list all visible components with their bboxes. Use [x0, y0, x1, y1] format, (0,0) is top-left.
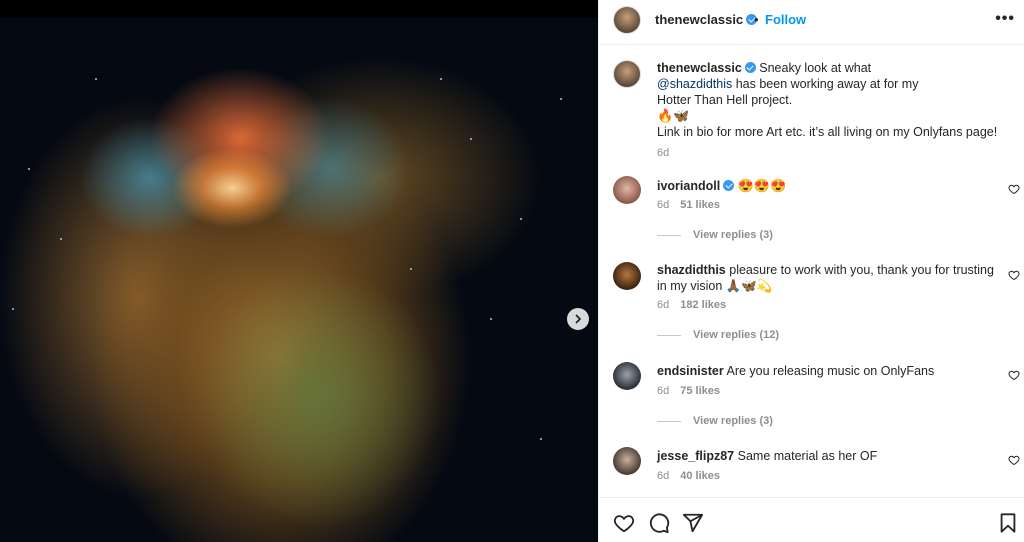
verified-badge-icon [723, 180, 735, 191]
comment-timestamp[interactable]: 6d [657, 299, 669, 311]
comment-username[interactable]: ivoriandoll [657, 179, 720, 193]
post-header: thenewclassic • Follow ••• [599, 0, 1024, 44]
view-replies-button[interactable]: View replies (3) [657, 229, 773, 241]
comment-heart-icon[interactable] [1008, 183, 1020, 195]
replies-line [657, 234, 681, 236]
caption-line-4: Link in bio for more Art etc. it’s all l… [657, 125, 998, 139]
star-dot [440, 78, 442, 80]
header-divider [599, 44, 1024, 45]
comment-timestamp[interactable]: 6d [657, 385, 669, 397]
comment-timestamp[interactable]: 6d [657, 470, 669, 482]
post-author-username[interactable]: thenewclassic [655, 12, 758, 27]
comment-username[interactable]: endsinister [657, 364, 724, 378]
comment-body: shazdidthis pleasure to work with you, t… [657, 262, 997, 294]
star-dot [12, 308, 14, 310]
heart-icon[interactable] [613, 512, 635, 534]
comment-text: Are you releasing music on OnlyFans [726, 364, 935, 378]
comment-heart-icon[interactable] [1008, 269, 1020, 281]
comment-heart-icon[interactable] [1008, 454, 1020, 466]
star-dot [540, 438, 542, 440]
comment-meta: 6d 40 likes [657, 470, 731, 482]
comment-meta: 6d 51 likes [657, 199, 731, 211]
view-replies-label: View replies (3) [693, 229, 773, 241]
comment-body: jesse_flipz87 Same material as her OF [657, 448, 997, 464]
comment-likes[interactable]: 75 likes [680, 385, 720, 397]
view-replies-label: View replies (3) [693, 415, 773, 427]
bookmark-icon[interactable] [997, 512, 1019, 534]
comment-body: endsinister Are you releasing music on O… [657, 363, 997, 379]
post-side-panel: thenewclassic • Follow ••• thenewclassic… [598, 0, 1024, 542]
caption-text: thenewclassic Sneaky look at what @shazd… [657, 60, 1007, 161]
verified-badge-icon [744, 62, 756, 73]
caption-timestamp[interactable]: 6d [657, 145, 669, 161]
post-photo[interactable] [0, 18, 598, 542]
caption-mention[interactable]: @shazdidthis [657, 77, 732, 91]
comment-likes[interactable]: 40 likes [680, 470, 720, 482]
caption-line-1: Sneaky look at what [759, 61, 872, 75]
comment-text: 😍😍😍 [737, 178, 787, 193]
comment-meta: 6d 182 likes [657, 299, 737, 311]
star-dot [60, 238, 62, 240]
comment-text: Same material as her OF [737, 449, 878, 463]
follow-button[interactable]: Follow [765, 12, 806, 27]
star-dot [490, 318, 492, 320]
star-dot [470, 138, 472, 140]
comment-meta: 6d 75 likes [657, 385, 731, 397]
caption-line-3: Hotter Than Hell project. [657, 93, 793, 107]
replies-line [657, 420, 681, 422]
username-text: thenewclassic [655, 12, 744, 27]
star-dot [95, 78, 97, 80]
star-dot [560, 98, 562, 100]
more-options-icon[interactable]: ••• [995, 10, 1015, 28]
avatar[interactable] [613, 6, 641, 34]
caption-emojis: 🔥🦋 [657, 108, 690, 123]
comment-likes[interactable]: 51 likes [680, 199, 720, 211]
star-dot [28, 168, 30, 170]
comment-username[interactable]: jesse_flipz87 [657, 449, 734, 463]
star-dot [520, 218, 522, 220]
action-bar [599, 497, 1024, 542]
caption-line-2: has been working away at for my [735, 77, 919, 91]
media-top-bar [0, 0, 598, 18]
post-media [0, 0, 598, 542]
separator-dot: • [754, 12, 759, 27]
caption-username[interactable]: thenewclassic [657, 61, 742, 75]
comment-icon[interactable] [648, 512, 670, 534]
comment-username[interactable]: shazdidthis [657, 263, 726, 277]
avatar[interactable] [613, 362, 641, 390]
avatar[interactable] [613, 60, 641, 88]
comment-heart-icon[interactable] [1008, 369, 1020, 381]
comment-timestamp[interactable]: 6d [657, 199, 669, 211]
chevron-right-icon [575, 314, 581, 324]
avatar[interactable] [613, 176, 641, 204]
avatar[interactable] [613, 447, 641, 475]
replies-line [657, 334, 681, 336]
share-icon[interactable] [682, 512, 704, 534]
next-photo-button[interactable] [567, 308, 589, 330]
comment-likes[interactable]: 182 likes [680, 299, 726, 311]
view-replies-label: View replies (12) [693, 329, 780, 341]
comment-body: ivoriandoll 😍😍😍 [657, 178, 997, 194]
star-dot [410, 268, 412, 270]
view-replies-button[interactable]: View replies (3) [657, 415, 773, 427]
view-replies-button[interactable]: View replies (12) [657, 329, 779, 341]
avatar[interactable] [613, 262, 641, 290]
